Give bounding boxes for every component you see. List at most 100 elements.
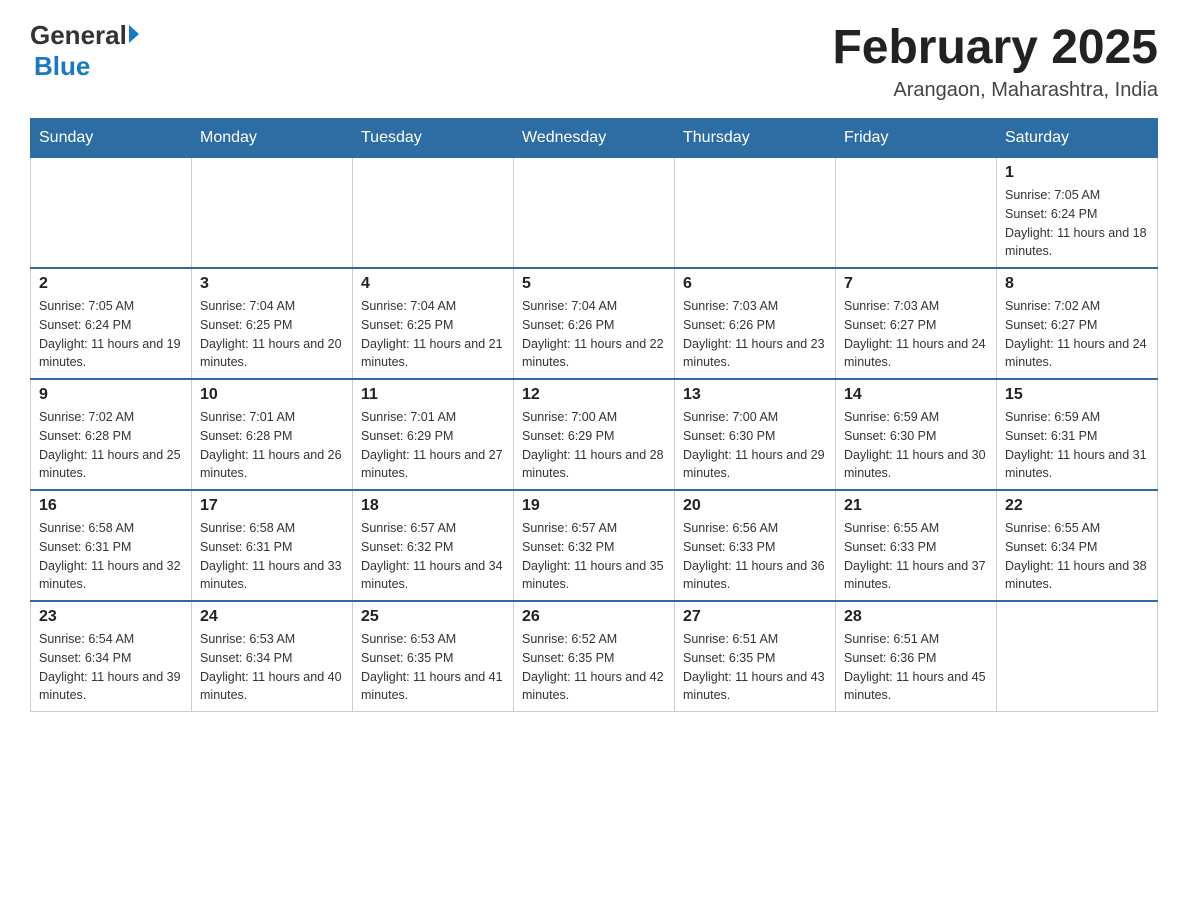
calendar-cell: [836, 158, 997, 269]
day-number: 7: [844, 275, 988, 293]
calendar-week-1: 1 Sunrise: 7:05 AMSunset: 6:24 PMDaylight…: [31, 158, 1158, 269]
calendar-cell: 15Sunrise: 6:59 AMSunset: 6:31 PMDayligh…: [997, 379, 1158, 490]
calendar-cell: 2 Sunrise: 7:05 AMSunset: 6:24 PMDaylight…: [31, 268, 192, 379]
calendar-cell: 27 Sunrise: 6:51 AMSunset: 6:35 PMDayligh…: [675, 601, 836, 712]
day-number: 2: [39, 275, 183, 293]
day-info: Sunrise: 6:51 AMSunset: 6:36 PMDaylight:…: [844, 630, 988, 705]
title-area: February 2025 Arangaon, Maharashtra, Ind…: [832, 20, 1158, 102]
col-thursday: Thursday: [675, 119, 836, 158]
logo-arrow-icon: [129, 25, 139, 43]
calendar-cell: 10Sunrise: 7:01 AMSunset: 6:28 PMDayligh…: [192, 379, 353, 490]
calendar-cell: 13 Sunrise: 7:00 AMSunset: 6:30 PMDayligh…: [675, 379, 836, 490]
day-number: 13: [683, 386, 827, 404]
day-number: 19: [522, 497, 666, 515]
header: General Blue February 2025 Arangaon, Mah…: [30, 20, 1158, 102]
day-info: Sunrise: 6:51 AMSunset: 6:35 PMDaylight:…: [683, 630, 827, 705]
day-number: 22: [1005, 497, 1149, 515]
calendar-week-2: 2 Sunrise: 7:05 AMSunset: 6:24 PMDaylight…: [31, 268, 1158, 379]
day-info: Sunrise: 6:58 AMSunset: 6:31 PMDaylight:…: [39, 519, 183, 594]
day-number: 21: [844, 497, 988, 515]
day-info: Sunrise: 7:03 AMSunset: 6:26 PMDaylight:…: [683, 297, 827, 372]
col-sunday: Sunday: [31, 119, 192, 158]
calendar-cell: 8Sunrise: 7:02 AMSunset: 6:27 PMDaylight…: [997, 268, 1158, 379]
day-number: 24: [200, 608, 344, 626]
day-number: 28: [844, 608, 988, 626]
col-friday: Friday: [836, 119, 997, 158]
calendar-cell: 25 Sunrise: 6:53 AMSunset: 6:35 PMDayligh…: [353, 601, 514, 712]
day-number: 1: [1005, 164, 1149, 182]
month-year-title: February 2025: [832, 20, 1158, 75]
location-subtitle: Arangaon, Maharashtra, India: [832, 79, 1158, 102]
day-number: 25: [361, 608, 505, 626]
calendar-cell: 26Sunrise: 6:52 AMSunset: 6:35 PMDayligh…: [514, 601, 675, 712]
day-info: Sunrise: 7:04 AMSunset: 6:26 PMDaylight:…: [522, 297, 666, 372]
day-info: Sunrise: 6:59 AMSunset: 6:30 PMDaylight:…: [844, 408, 988, 483]
logo-blue-text: Blue: [34, 51, 90, 81]
col-wednesday: Wednesday: [514, 119, 675, 158]
day-info: Sunrise: 7:03 AMSunset: 6:27 PMDaylight:…: [844, 297, 988, 372]
day-info: Sunrise: 7:05 AMSunset: 6:24 PMDaylight:…: [1005, 186, 1149, 261]
day-number: 20: [683, 497, 827, 515]
day-number: 4: [361, 275, 505, 293]
day-number: 6: [683, 275, 827, 293]
day-info: Sunrise: 6:57 AMSunset: 6:32 PMDaylight:…: [361, 519, 505, 594]
calendar-cell: 18 Sunrise: 6:57 AMSunset: 6:32 PMDayligh…: [353, 490, 514, 601]
calendar-cell: 7 Sunrise: 7:03 AMSunset: 6:27 PMDaylight…: [836, 268, 997, 379]
calendar-cell: [31, 158, 192, 269]
calendar-cell: [353, 158, 514, 269]
day-number: 12: [522, 386, 666, 404]
calendar-cell: 28 Sunrise: 6:51 AMSunset: 6:36 PMDayligh…: [836, 601, 997, 712]
calendar-cell: 24 Sunrise: 6:53 AMSunset: 6:34 PMDayligh…: [192, 601, 353, 712]
day-number: 5: [522, 275, 666, 293]
day-number: 18: [361, 497, 505, 515]
calendar-cell: 11Sunrise: 7:01 AMSunset: 6:29 PMDayligh…: [353, 379, 514, 490]
day-number: 27: [683, 608, 827, 626]
calendar-cell: [514, 158, 675, 269]
calendar-week-4: 16 Sunrise: 6:58 AMSunset: 6:31 PMDayligh…: [31, 490, 1158, 601]
calendar-cell: 17Sunrise: 6:58 AMSunset: 6:31 PMDayligh…: [192, 490, 353, 601]
calendar-cell: [675, 158, 836, 269]
calendar-cell: [997, 601, 1158, 712]
calendar-table: Sunday Monday Tuesday Wednesday Thursday…: [30, 118, 1158, 712]
day-info: Sunrise: 7:04 AMSunset: 6:25 PMDaylight:…: [200, 297, 344, 372]
calendar-cell: 21 Sunrise: 6:55 AMSunset: 6:33 PMDayligh…: [836, 490, 997, 601]
day-info: Sunrise: 7:00 AMSunset: 6:29 PMDaylight:…: [522, 408, 666, 483]
day-number: 26: [522, 608, 666, 626]
calendar-header-row: Sunday Monday Tuesday Wednesday Thursday…: [31, 119, 1158, 158]
day-info: Sunrise: 7:00 AMSunset: 6:30 PMDaylight:…: [683, 408, 827, 483]
day-number: 14: [844, 386, 988, 404]
day-info: Sunrise: 7:05 AMSunset: 6:24 PMDaylight:…: [39, 297, 183, 372]
day-info: Sunrise: 6:53 AMSunset: 6:34 PMDaylight:…: [200, 630, 344, 705]
calendar-week-3: 9 Sunrise: 7:02 AMSunset: 6:28 PMDaylight…: [31, 379, 1158, 490]
logo-text: General: [30, 20, 139, 51]
logo: General Blue: [30, 20, 139, 82]
day-number: 23: [39, 608, 183, 626]
col-tuesday: Tuesday: [353, 119, 514, 158]
calendar-cell: 22 Sunrise: 6:55 AMSunset: 6:34 PMDayligh…: [997, 490, 1158, 601]
calendar-cell: 1 Sunrise: 7:05 AMSunset: 6:24 PMDaylight…: [997, 158, 1158, 269]
calendar-cell: 12 Sunrise: 7:00 AMSunset: 6:29 PMDayligh…: [514, 379, 675, 490]
calendar-cell: 16 Sunrise: 6:58 AMSunset: 6:31 PMDayligh…: [31, 490, 192, 601]
day-info: Sunrise: 6:55 AMSunset: 6:33 PMDaylight:…: [844, 519, 988, 594]
day-info: Sunrise: 7:02 AMSunset: 6:28 PMDaylight:…: [39, 408, 183, 483]
day-number: 8: [1005, 275, 1149, 293]
day-number: 3: [200, 275, 344, 293]
day-info: Sunrise: 6:53 AMSunset: 6:35 PMDaylight:…: [361, 630, 505, 705]
day-info: Sunrise: 6:54 AMSunset: 6:34 PMDaylight:…: [39, 630, 183, 705]
day-info: Sunrise: 6:57 AMSunset: 6:32 PMDaylight:…: [522, 519, 666, 594]
calendar-cell: 6 Sunrise: 7:03 AMSunset: 6:26 PMDaylight…: [675, 268, 836, 379]
day-info: Sunrise: 7:04 AMSunset: 6:25 PMDaylight:…: [361, 297, 505, 372]
day-number: 9: [39, 386, 183, 404]
calendar-cell: 5 Sunrise: 7:04 AMSunset: 6:26 PMDaylight…: [514, 268, 675, 379]
calendar-cell: 14 Sunrise: 6:59 AMSunset: 6:30 PMDayligh…: [836, 379, 997, 490]
logo-general: General: [30, 20, 127, 51]
day-info: Sunrise: 6:55 AMSunset: 6:34 PMDaylight:…: [1005, 519, 1149, 594]
col-monday: Monday: [192, 119, 353, 158]
day-number: 16: [39, 497, 183, 515]
calendar-cell: 23 Sunrise: 6:54 AMSunset: 6:34 PMDayligh…: [31, 601, 192, 712]
calendar-cell: 19 Sunrise: 6:57 AMSunset: 6:32 PMDayligh…: [514, 490, 675, 601]
day-number: 17: [200, 497, 344, 515]
day-number: 11: [361, 386, 505, 404]
day-info: Sunrise: 6:56 AMSunset: 6:33 PMDaylight:…: [683, 519, 827, 594]
calendar-cell: 4 Sunrise: 7:04 AMSunset: 6:25 PMDaylight…: [353, 268, 514, 379]
